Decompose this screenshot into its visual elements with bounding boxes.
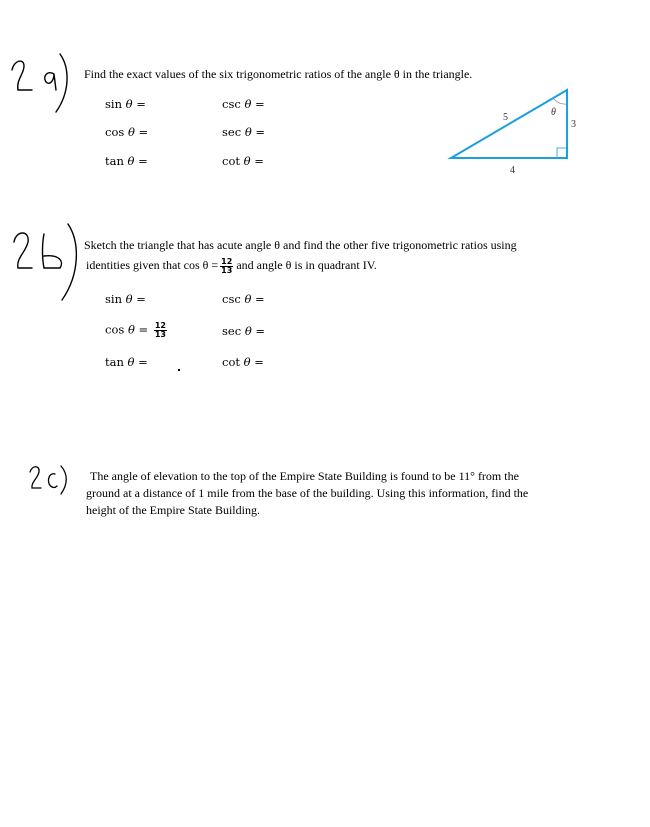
hypotenuse-label: 5 (503, 112, 508, 123)
handwritten-label-2c (29, 465, 67, 495)
handwritten-label-2b (13, 223, 77, 301)
given-fraction: 12 13 (220, 256, 234, 275)
horizontal-leg-label: 4 (510, 165, 515, 176)
right-angle-marker (556, 147, 568, 159)
problem-2b-prompt-line2: identities given that cos θ = 12 13 and an… (86, 256, 377, 275)
ratio-tan: tan θ = (105, 355, 148, 369)
ratio-tan: tan θ = (105, 154, 148, 168)
ratio-csc: csc θ = (222, 292, 265, 306)
problem-2a-prompt: Find the exact values of the six trigono… (84, 67, 473, 81)
ratio-sec: sec θ = (222, 324, 266, 338)
problem-2c-prompt-line2: ground at a distance of 1 mile from the … (86, 486, 529, 500)
ratio-cos: cos θ = 12 13 (105, 321, 167, 339)
stray-mark (178, 369, 180, 371)
ratio-sin: sin θ = (105, 292, 146, 306)
vertical-leg-label: 3 (571, 119, 576, 130)
problem-2c-prompt-line1: The angle of elevation to the top of the… (90, 469, 519, 483)
right-triangle-diagram: 5 3 4 θ (447, 88, 576, 176)
ratio-csc: csc θ = (222, 97, 265, 111)
problem-2b-prompt-line1: Sketch the triangle that has acute angle… (84, 238, 517, 252)
ratio-sin: sin θ = (105, 97, 146, 111)
angle-theta-label: θ (551, 107, 556, 118)
problem-2c-prompt-line3: height of the Empire State Building. (86, 503, 260, 517)
ratio-cot: cot θ = (222, 154, 264, 168)
ratio-cos: cos θ = (105, 125, 149, 139)
cos-value-fraction: 12 13 (153, 321, 167, 339)
angle-arc (552, 97, 568, 105)
triangle-outline (447, 88, 568, 159)
ratio-sec: sec θ = (222, 125, 266, 139)
ratio-cot: cot θ = (222, 355, 264, 369)
handwritten-label-2a (11, 53, 68, 113)
